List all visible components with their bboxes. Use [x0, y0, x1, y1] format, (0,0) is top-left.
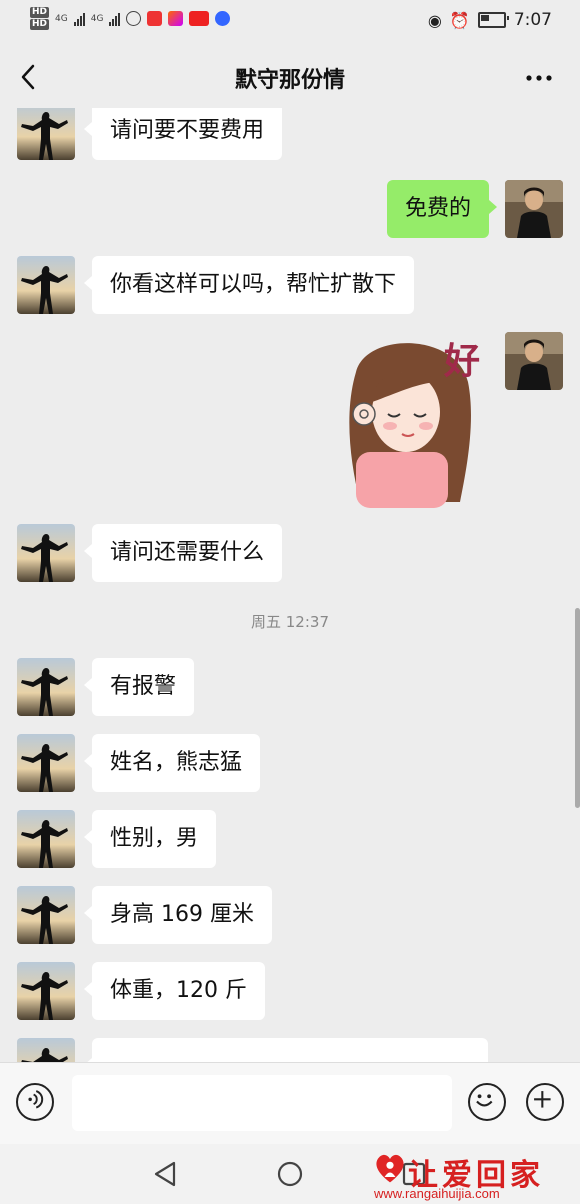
more-options-icon[interactable] — [524, 68, 554, 88]
video-app-icon — [168, 11, 184, 26]
signal-icon — [73, 12, 85, 26]
message-bubble[interactable]: 体重，120 斤 — [84, 962, 265, 1020]
plus-icon — [534, 1091, 551, 1108]
scrollbar[interactable] — [575, 608, 580, 808]
contact-avatar[interactable] — [17, 256, 75, 314]
watermark-logo: 让爱回家 www.rangaihuijia.com — [372, 1148, 572, 1202]
my-avatar[interactable] — [505, 332, 563, 390]
contact-avatar[interactable] — [17, 108, 75, 160]
message-bubble[interactable]: 身高 169 厘米 — [84, 886, 272, 944]
music-app-icon — [215, 11, 231, 26]
back-triangle-icon[interactable] — [150, 1158, 182, 1190]
contact-avatar[interactable] — [17, 524, 75, 582]
message-bubble[interactable]: 姓名，熊志猛 — [83, 734, 261, 792]
message-bubble[interactable]: 性别，男 — [83, 810, 217, 868]
contact-avatar[interactable] — [17, 734, 75, 792]
message-timestamp: 周五 12:37 — [251, 613, 329, 631]
contact-avatar[interactable] — [17, 658, 75, 716]
contact-avatar[interactable] — [17, 886, 75, 944]
clock: 7:07 — [513, 10, 552, 30]
add-attachment-button[interactable] — [526, 1083, 564, 1121]
contact-avatar[interactable] — [17, 1038, 75, 1062]
message-input[interactable] — [72, 1075, 452, 1131]
eye-icon: ◉ — [427, 10, 442, 30]
message-bubble[interactable]: 请问还需要什么 — [83, 524, 283, 582]
message-bubble[interactable]: 你看这样可以吗，帮忙扩散下 — [83, 256, 415, 314]
voice-icon — [28, 1090, 44, 1109]
home-circle-icon[interactable] — [274, 1158, 306, 1190]
smiley-icon — [476, 1094, 493, 1107]
emoji-button[interactable] — [468, 1083, 506, 1121]
message-bubble-self[interactable]: 免费的 — [386, 180, 498, 238]
sticker-text: 好 — [444, 341, 481, 382]
sticker-message[interactable]: 好 — [336, 332, 496, 508]
my-avatar[interactable] — [505, 180, 563, 238]
signal-icon — [109, 12, 121, 26]
notification-app-icon — [126, 11, 142, 26]
contact-avatar[interactable] — [17, 810, 75, 868]
message-list[interactable]: 请问要不要费用 免费的 你看这样可以吗，帮忙扩散下 好 请问还需要什么 周五 1… — [0, 108, 580, 1062]
status-bar: HD HD 4G 4G ◉ ⏰ 7:07 — [0, 0, 580, 44]
battery-icon — [477, 12, 509, 28]
network-type-1: 4G — [55, 13, 68, 24]
network-type-2: 4G — [90, 13, 104, 24]
contact-avatar[interactable] — [17, 962, 75, 1020]
message-bubble[interactable] — [84, 1038, 488, 1062]
alarm-icon: ⏰ — [449, 10, 470, 30]
notification-app-icon — [147, 11, 163, 26]
message-bubble[interactable]: 有报警 — [83, 658, 195, 716]
chat-header: 默守那份情 — [0, 44, 580, 108]
input-bar — [0, 1062, 580, 1145]
news-app-icon — [189, 11, 210, 26]
chat-title: 默守那份情 — [234, 68, 345, 93]
voice-input-button[interactable] — [16, 1083, 54, 1121]
heart-logo-icon — [376, 1154, 404, 1183]
watermark-url: www.rangaihuijia.com — [374, 1186, 500, 1201]
message-bubble[interactable]: 请问要不要费用 — [83, 108, 283, 160]
hd-indicator: HD HD — [30, 7, 50, 30]
